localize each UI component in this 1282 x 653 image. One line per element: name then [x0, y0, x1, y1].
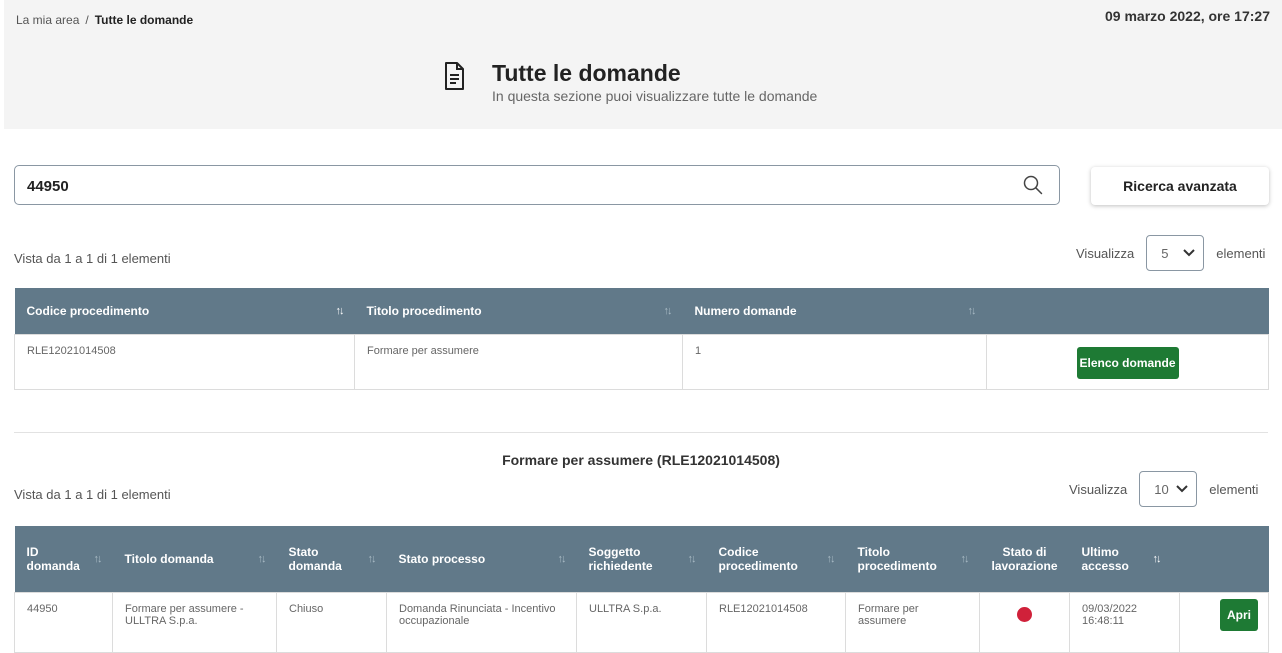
- top-page-size-value: 5: [1161, 245, 1169, 261]
- apri-button[interactable]: Apri: [1220, 598, 1258, 631]
- cell-titolo: Formare per assumere: [354, 333, 683, 390]
- column-header-id[interactable]: ID domanda ↑↓: [14, 526, 113, 592]
- column-header-stato-processo[interactable]: Stato processo ↑↓: [386, 526, 577, 592]
- sort-desc-icon[interactable]: ↑↓: [336, 305, 345, 317]
- breadcrumb-home-link[interactable]: La mia area: [16, 13, 79, 27]
- cell-codice-procedimento: RLE12021014508: [706, 591, 846, 653]
- document-icon: [445, 62, 464, 90]
- bottom-results-info: Vista da 1 a 1 di 1 elementi: [14, 487, 171, 502]
- sort-desc-icon[interactable]: ↑↓: [1153, 553, 1162, 565]
- cell-titolo-domanda: Formare per assumere - ULLTRA S.p.a.: [112, 591, 277, 653]
- bottom-page-size-value: 10: [1154, 481, 1169, 497]
- advanced-search-button[interactable]: Ricerca avanzata: [1091, 167, 1269, 205]
- sort-icon[interactable]: ↑↓: [258, 553, 267, 565]
- sort-icon[interactable]: ↑↓: [664, 305, 673, 317]
- top-results-info: Vista da 1 a 1 di 1 elementi: [14, 251, 171, 266]
- cell-ultimo-accesso: 09/03/2022 16:48:11: [1069, 591, 1180, 653]
- cell-numero: 1: [682, 333, 987, 390]
- breadcrumb-separator: /: [85, 13, 89, 27]
- cell-stato-lavorazione: [979, 591, 1070, 653]
- cell-id: 44950: [14, 591, 113, 653]
- column-header-codice-procedimento[interactable]: Codice procedimento ↑↓: [706, 526, 846, 592]
- column-header-stato-domanda[interactable]: Stato domanda ↑↓: [276, 526, 387, 592]
- status-dot: [1017, 606, 1032, 622]
- sort-icon[interactable]: ↑↓: [961, 553, 970, 565]
- page-title: Tutte le domande: [492, 60, 681, 86]
- bottom-page-size-control: Visualizza 10 elementi: [1069, 471, 1258, 507]
- sort-icon[interactable]: ↑↓: [688, 553, 697, 565]
- sort-icon[interactable]: ↑↓: [827, 553, 836, 565]
- sort-icon[interactable]: ↑↓: [94, 553, 103, 565]
- sort-icon[interactable]: ↑↓: [558, 553, 567, 565]
- page-header: La mia area / Tutte le domande 09 marzo 20…: [4, 0, 1282, 129]
- section-divider: [14, 432, 1268, 433]
- top-elements-label: elementi: [1216, 245, 1266, 261]
- column-header-titolo-domanda[interactable]: Titolo domanda ↑↓: [112, 526, 277, 592]
- breadcrumb-current: Tutte le domande: [94, 13, 194, 27]
- column-header-codice-procedimento[interactable]: Codice procedimento ↑↓: [14, 288, 355, 334]
- column-header-titolo-procedimento[interactable]: Titolo procedimento ↑↓: [354, 288, 683, 334]
- search-input[interactable]: [27, 174, 1007, 198]
- bottom-elements-label: elementi: [1209, 481, 1259, 497]
- chevron-down-icon: [1176, 485, 1189, 493]
- search-box: [14, 165, 1060, 205]
- column-header-stato-lavorazione: Stato di lavorazione: [979, 526, 1070, 592]
- page-subtitle: In questa sezione puoi visualizzare tutt…: [492, 88, 818, 104]
- current-datetime: 09 marzo 2022, ore 17:27: [1105, 8, 1270, 24]
- cell-action: Elenco domande: [986, 333, 1269, 390]
- column-header-ultimo-accesso[interactable]: Ultimo accesso ↑↓: [1069, 526, 1180, 592]
- cell-titolo-procedimento: Formare per assumere: [845, 591, 980, 653]
- cell-stato-domanda: Chiuso: [276, 591, 387, 653]
- elenco-domande-button[interactable]: Elenco domande: [1076, 346, 1179, 379]
- procedures-table: Codice procedimento ↑↓ Titolo procediment…: [14, 288, 1269, 390]
- top-page-size-control: Visualizza 5 elementi: [1076, 235, 1265, 271]
- column-header-soggetto[interactable]: Soggetto richiedente ↑↓: [576, 526, 707, 592]
- sort-icon[interactable]: ↑↓: [968, 305, 977, 317]
- top-page-size-select[interactable]: 5: [1146, 235, 1205, 271]
- cell-codice: RLE12021014508: [14, 333, 355, 390]
- column-header-actions: [986, 288, 1269, 334]
- cell-action: Apri: [1179, 591, 1269, 653]
- table-row: 44950 Formare per assumere - ULLTRA S.p.…: [14, 591, 1269, 653]
- sort-icon[interactable]: ↑↓: [368, 553, 377, 565]
- domande-table: ID domanda ↑↓ Titolo domanda ↑↓ Stato doma…: [14, 526, 1269, 653]
- bottom-show-label: Visualizza: [1069, 481, 1128, 497]
- table-row: RLE12021014508 Formare per assumere 1 El…: [14, 333, 1269, 390]
- top-show-label: Visualizza: [1076, 245, 1135, 261]
- breadcrumb: La mia area / Tutte le domande: [16, 13, 193, 27]
- section-title: Formare per assumere (RLE12021014508): [502, 452, 780, 468]
- cell-soggetto: ULLTRA S.p.a.: [576, 591, 707, 653]
- bottom-page-size-select[interactable]: 10: [1139, 471, 1198, 507]
- chevron-down-icon: [1183, 249, 1196, 257]
- column-header-numero-domande[interactable]: Numero domande ↑↓: [682, 288, 987, 334]
- column-header-actions: [1179, 526, 1269, 592]
- column-header-titolo-procedimento[interactable]: Titolo procedimento ↑↓: [845, 526, 980, 592]
- search-icon[interactable]: [1023, 175, 1043, 195]
- cell-stato-processo: Domanda Rinunciata - Incentivo occupazio…: [386, 591, 577, 653]
- page-title-block: Tutte le domande In questa sezione puoi …: [444, 60, 817, 104]
